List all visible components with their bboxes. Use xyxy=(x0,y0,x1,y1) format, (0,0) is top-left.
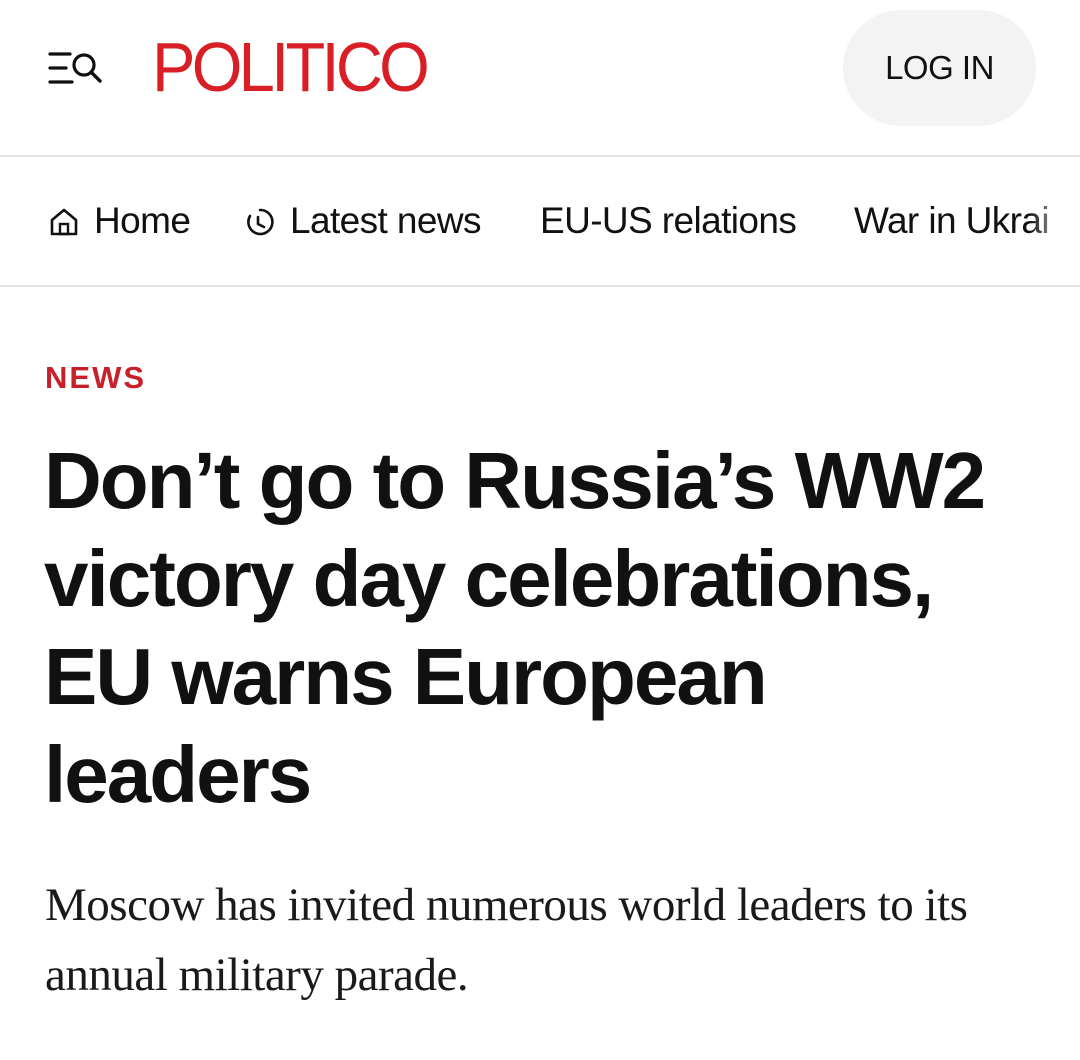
nav-item-eu-us-relations[interactable]: EU-US relations xyxy=(540,157,797,285)
nav-item-label: Latest news xyxy=(290,200,481,241)
nav-item-home[interactable]: Home xyxy=(48,157,191,285)
section-nav: Home Latest news EU-US relations War in … xyxy=(0,157,1080,287)
article-headline: Don’t go to Russia’s WW2 victory day cel… xyxy=(44,436,986,819)
site-header: POLITICO LOG IN xyxy=(0,0,1080,157)
nav-item-latest-news[interactable]: Latest news xyxy=(244,157,481,285)
nav-fade xyxy=(1030,157,1080,285)
nav-item-label: EU-US relations xyxy=(540,200,797,241)
login-button[interactable]: LOG IN xyxy=(843,10,1036,126)
nav-item-label: Home xyxy=(94,200,191,241)
nav-item-label: War in Ukrai xyxy=(854,200,1050,241)
clock-icon xyxy=(244,205,276,237)
article-dek: Moscow has invited numerous world leader… xyxy=(45,879,968,1001)
home-icon xyxy=(48,205,80,237)
site-logo[interactable]: POLITICO xyxy=(152,32,430,102)
article-kicker[interactable]: NEWS xyxy=(45,360,146,396)
nav-item-war-in-ukraine[interactable]: War in Ukrai xyxy=(854,157,1050,285)
menu-search-icon[interactable] xyxy=(48,49,104,87)
